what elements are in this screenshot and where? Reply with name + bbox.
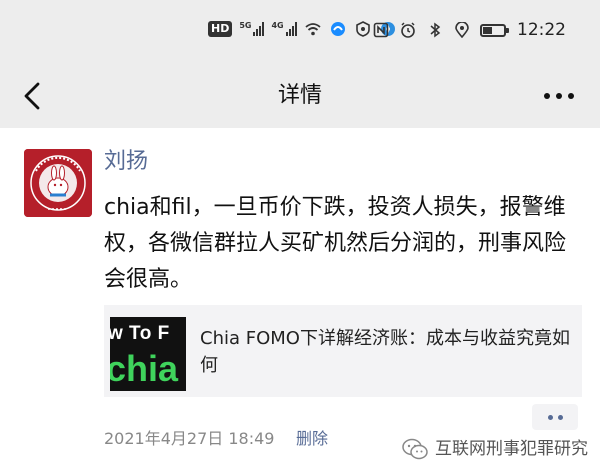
post-timestamp: 2021年4月27日 18:49: [104, 429, 275, 448]
hd-badge: HD: [208, 21, 233, 37]
comment-like-button[interactable]: [532, 404, 578, 430]
bluetooth-icon: [426, 21, 444, 39]
wifi-icon: [304, 20, 322, 38]
article-thumbnail: w To F chia: [110, 317, 186, 391]
location-icon: [453, 21, 471, 39]
page-title: 详情: [277, 83, 322, 108]
watermark: 互联网刑事犯罪研究: [401, 437, 588, 461]
4g-signal-icon: 4G: [271, 22, 297, 36]
watermark-text: 互联网刑事犯罪研究: [435, 439, 588, 459]
status-right-group: 12:22: [372, 20, 566, 40]
post-text: chia和fil，一旦币价下跌，投资人损失，报警维权，各微信群拉人买矿机然后分润…: [104, 195, 567, 292]
chevron-left-icon: [24, 82, 40, 110]
thumbnail-text-line-1: w To F: [110, 323, 170, 344]
shared-article-card[interactable]: w To F chia Chia FOMO下详解经济账：成本与收益究竟如何: [104, 305, 582, 397]
nfc-icon: [372, 21, 390, 39]
app-notification-icon: [329, 20, 347, 38]
shield-icon: [354, 20, 372, 38]
alarm-icon: [399, 21, 417, 39]
5g-signal-icon: 5G: [239, 22, 265, 36]
status-left-group: HD 5G 4G: [208, 20, 397, 38]
peking-university-logo: [24, 149, 92, 217]
wechat-logo-icon: [402, 438, 428, 460]
battery-icon: [480, 23, 509, 37]
clock-time: 12:22: [517, 20, 566, 40]
more-dots-icon: [544, 93, 550, 99]
avatar[interactable]: [24, 149, 92, 217]
nav-bar: 详情: [0, 64, 600, 128]
post-author[interactable]: 刘扬: [104, 146, 148, 178]
article-title: Chia FOMO下详解经济账：成本与收益究竟如何: [200, 328, 570, 376]
more-options-button[interactable]: [544, 86, 578, 106]
back-button[interactable]: [18, 78, 50, 114]
thumbnail-text-line-2: chia: [110, 348, 179, 389]
delete-button[interactable]: 删除: [296, 427, 328, 451]
more-dots-icon: [547, 414, 553, 420]
status-bar: HD 5G 4G 12:22: [0, 0, 600, 64]
